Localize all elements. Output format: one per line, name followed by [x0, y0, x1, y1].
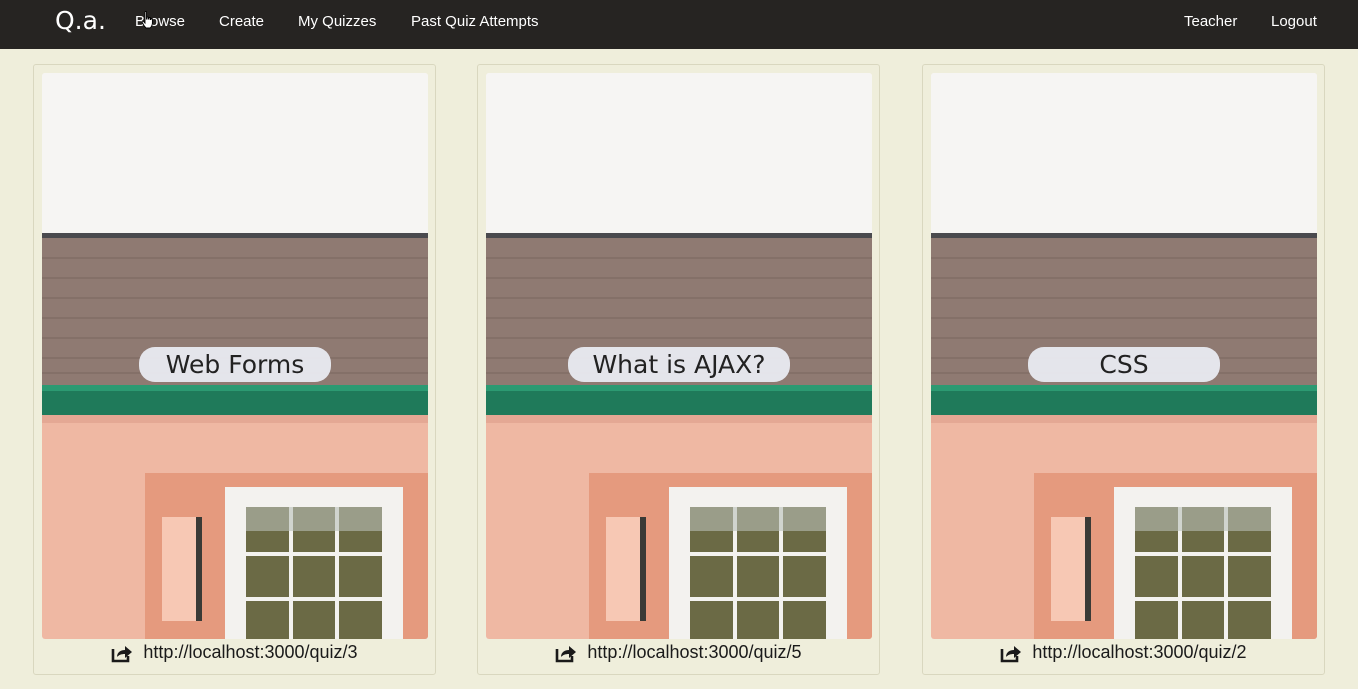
quiz-title: CSS: [1028, 347, 1220, 382]
quiz-card[interactable]: Web Forms http://localhost:3000/quiz/3: [33, 64, 436, 675]
quiz-share-link[interactable]: http://localhost:3000/quiz/5: [478, 642, 879, 663]
quiz-card[interactable]: CSS http://localhost:3000/quiz/2: [922, 64, 1325, 675]
quiz-title-wrap: CSS: [931, 347, 1317, 382]
quiz-card-image[interactable]: CSS: [931, 73, 1317, 639]
brand-logo[interactable]: Q.a.: [55, 6, 106, 35]
share-icon: [1001, 645, 1022, 662]
quiz-share-link[interactable]: http://localhost:3000/quiz/3: [34, 642, 435, 663]
share-icon: [112, 645, 133, 662]
quiz-card-image[interactable]: What is AJAX?: [486, 73, 872, 639]
nav-teacher[interactable]: Teacher: [1184, 13, 1237, 30]
quiz-title: Web Forms: [139, 347, 331, 382]
quiz-link-text[interactable]: http://localhost:3000/quiz/5: [587, 642, 801, 663]
quiz-card[interactable]: What is AJAX? http://localhost:3000/quiz…: [477, 64, 880, 675]
nav-create[interactable]: Create: [219, 13, 264, 30]
quiz-link-text[interactable]: http://localhost:3000/quiz/3: [143, 642, 357, 663]
quiz-title: What is AJAX?: [568, 347, 790, 382]
top-navbar: Q.a. Browse Create My Quizzes Past Quiz …: [0, 0, 1358, 49]
quiz-card-image[interactable]: Web Forms: [42, 73, 428, 639]
quiz-share-link[interactable]: http://localhost:3000/quiz/2: [923, 642, 1324, 663]
quiz-link-text[interactable]: http://localhost:3000/quiz/2: [1032, 642, 1246, 663]
nav-past-quiz-attempts[interactable]: Past Quiz Attempts: [411, 13, 539, 30]
nav-logout[interactable]: Logout: [1271, 13, 1317, 30]
hand-pointer-icon: [141, 11, 153, 29]
nav-my-quizzes[interactable]: My Quizzes: [298, 13, 376, 30]
share-icon: [556, 645, 577, 662]
quiz-title-wrap: What is AJAX?: [486, 347, 872, 382]
quiz-title-wrap: Web Forms: [42, 347, 428, 382]
